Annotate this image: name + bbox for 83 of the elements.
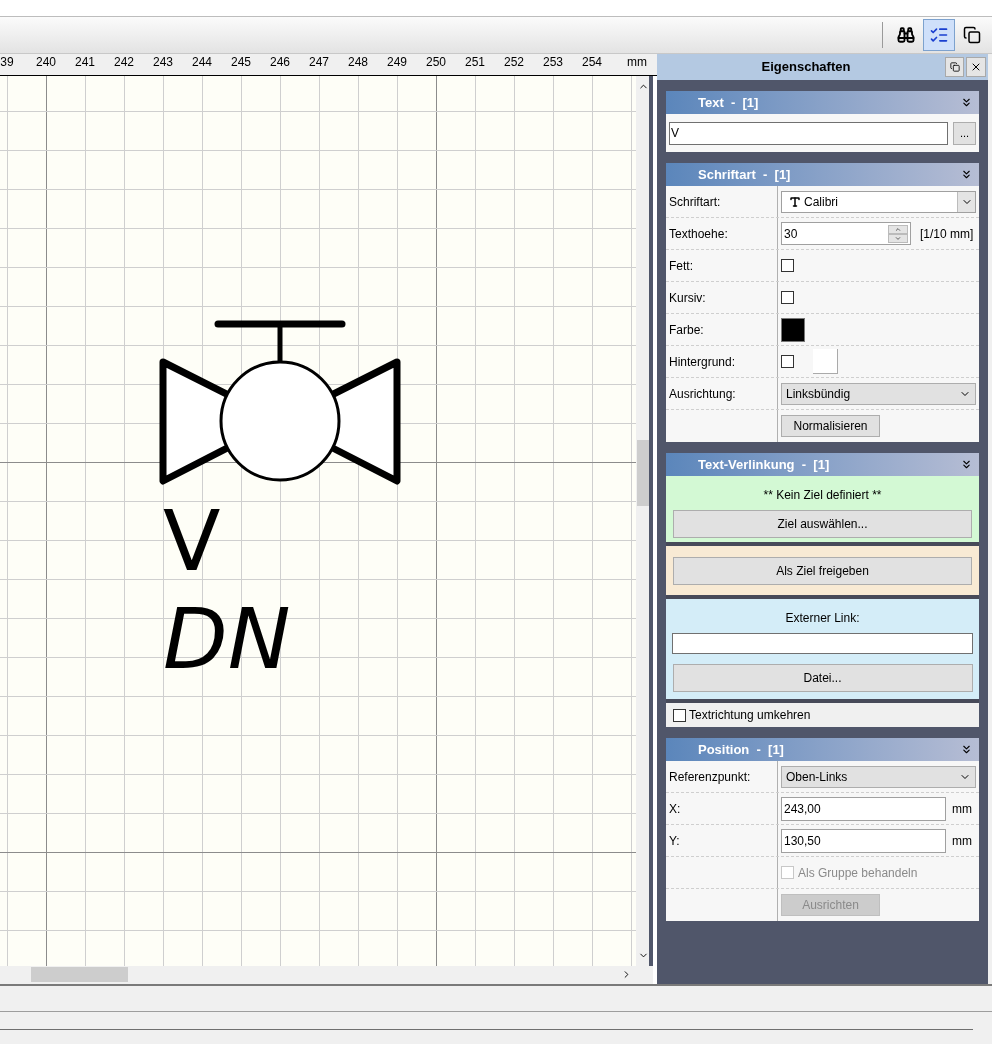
unit-label: mm [952, 800, 973, 818]
ruler-label: 39 [0, 56, 14, 68]
dropdown[interactable]: Linksbündig [781, 382, 976, 405]
ruler-label: 242 [114, 56, 134, 68]
scroll-thumb[interactable] [31, 967, 128, 982]
unit-label: [1/10 mm] [920, 225, 974, 243]
panel-title: Eigenschaften [760, 58, 852, 77]
property-label: Schriftart: [669, 193, 721, 211]
property-label: X: [669, 800, 681, 818]
link-input-field[interactable] [672, 633, 973, 654]
property-label: Farbe: [669, 321, 704, 339]
horizontal-scrollbar[interactable] [0, 966, 653, 984]
float-button[interactable] [945, 57, 964, 77]
external-link-label: Externer Link: [785, 610, 860, 627]
ruler-unit: mm [627, 56, 647, 68]
copy-icon [963, 26, 981, 44]
checkbox[interactable] [781, 291, 794, 304]
ellipsis-button[interactable]: ... [953, 121, 976, 145]
property-label: Referenzpunkt: [669, 768, 751, 786]
font-icon [789, 195, 801, 208]
close-icon [970, 61, 982, 73]
ruler-label: 243 [153, 56, 173, 68]
valve-symbol-drawing[interactable] [159, 320, 401, 485]
checkbox[interactable] [673, 708, 686, 722]
property-label: Y: [669, 832, 680, 850]
collapse-icon [960, 168, 973, 181]
checkbox-label: Textrichtung umkehren [689, 707, 811, 724]
ruler-label: 249 [387, 56, 407, 68]
ruler-label: 247 [309, 56, 329, 68]
section-title: Text-Verlinkung - [1] [698, 455, 831, 474]
push-button[interactable]: Als Ziel freigeben [673, 556, 972, 585]
push-button[interactable]: Datei... [672, 664, 973, 692]
property-label: Fett: [669, 257, 693, 275]
canvas-text[interactable]: V [163, 499, 221, 583]
binoculars-icon [897, 26, 915, 44]
text-input-field[interactable]: V [669, 121, 948, 145]
ruler-label: 252 [504, 56, 524, 68]
property-label: Ausrichtung: [669, 385, 736, 403]
scroll-thumb[interactable] [637, 440, 649, 506]
ruler-label: 241 [75, 56, 95, 68]
ruler-label: 240 [36, 56, 56, 68]
link-status-text: ** Kein Ziel definiert ** [763, 487, 882, 504]
checkbox[interactable] [781, 355, 794, 368]
ruler-label: 254 [582, 56, 602, 68]
property-label: Kursiv: [669, 289, 706, 307]
ruler-label: 248 [348, 56, 368, 68]
ruler-label: 253 [543, 56, 563, 68]
section-title: Schriftart - [1] [698, 165, 792, 184]
collapse-icon [960, 743, 973, 756]
input-field[interactable]: 130,50 [781, 828, 946, 853]
collapse-icon [960, 96, 973, 109]
section-title: Text - [1] [698, 93, 760, 112]
float-icon [949, 62, 960, 72]
checkbox[interactable] [781, 259, 794, 272]
spinner-value: 30 [783, 225, 799, 243]
ruler-label: 250 [426, 56, 446, 68]
input-field[interactable]: 243,00 [781, 796, 946, 821]
collapse-icon [960, 458, 973, 471]
color-swatch[interactable] [781, 317, 805, 342]
dropdown[interactable]: Oben-Links [781, 765, 976, 788]
property-label: Hintergrund: [669, 353, 736, 371]
dropdown-value: Calibri [804, 193, 839, 211]
spin-down-icon [888, 233, 908, 243]
number-spinner[interactable]: 30 [781, 222, 911, 245]
ruler-label: 251 [465, 56, 485, 68]
property-label: Texthoehe: [669, 225, 728, 243]
font-dropdown[interactable]: Calibri [781, 190, 976, 213]
ruler-label: 244 [192, 56, 212, 68]
checkbox-label: Als Gruppe behandeln [798, 864, 918, 882]
close-button[interactable] [966, 57, 986, 77]
color-swatch[interactable] [813, 349, 838, 374]
checklist-icon [929, 25, 949, 45]
ruler-label: 245 [231, 56, 251, 68]
section-title: Position - [1] [698, 740, 785, 759]
unit-label: mm [952, 832, 973, 850]
push-button[interactable]: Ziel auswählen... [673, 510, 972, 538]
push-button[interactable]: Normalisieren [781, 415, 880, 437]
canvas-text[interactable]: DN [163, 597, 291, 681]
dropdown-value: Oben-Links [786, 768, 849, 786]
spin-up-icon [888, 224, 908, 234]
ruler-label: 246 [270, 56, 290, 68]
vertical-scrollbar[interactable] [636, 76, 653, 966]
dropdown-value: Linksbündig [786, 385, 852, 403]
